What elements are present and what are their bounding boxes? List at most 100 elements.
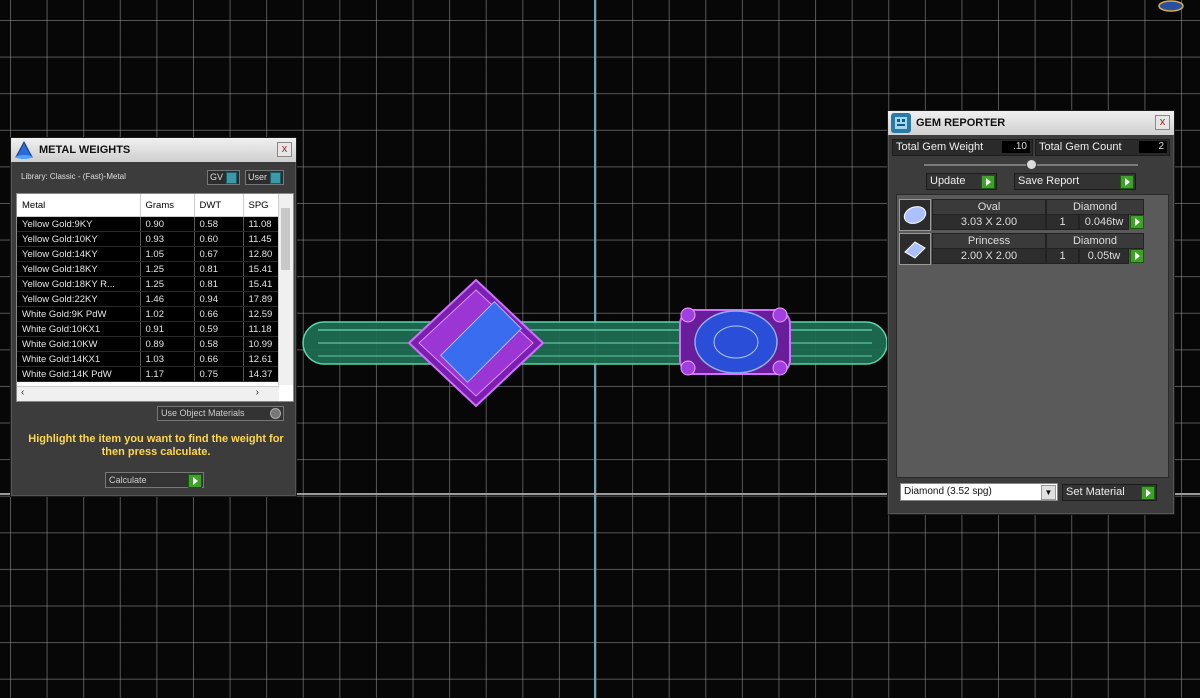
metal-name: White Gold:9K PdW xyxy=(17,306,141,322)
spg-value: 15.41 xyxy=(243,276,284,292)
save-report-label: Save Report xyxy=(1018,175,1080,187)
grams-value: 1.03 xyxy=(140,351,195,367)
dwt-value: 0.60 xyxy=(194,231,244,247)
table-row[interactable]: Yellow Gold:18KY 1.25 0.81 15.41 xyxy=(17,261,284,277)
play-arrow-icon[interactable] xyxy=(1141,486,1155,500)
play-arrow-icon[interactable] xyxy=(1130,249,1144,263)
gem-reporter-panel: GEM REPORTER x Total Gem Weight .10 Tota… xyxy=(887,110,1175,515)
spg-value: 11.18 xyxy=(243,321,284,337)
radio-icon[interactable] xyxy=(270,408,281,419)
gem-reporter-titlebar[interactable]: GEM REPORTER x xyxy=(888,111,1174,135)
table-row[interactable]: Yellow Gold:10KY 0.93 0.60 11.45 xyxy=(17,231,284,247)
column-header-spg[interactable]: SPG xyxy=(243,194,284,217)
set-material-button[interactable]: Set Material xyxy=(1062,484,1157,501)
gv-toggle[interactable]: GV xyxy=(207,170,241,185)
princess-setting[interactable] xyxy=(407,278,545,408)
metal-name: Yellow Gold:18KY R... xyxy=(17,276,141,292)
play-arrow-icon[interactable] xyxy=(981,175,995,189)
ring-band[interactable] xyxy=(302,321,888,365)
gem-reporter-icon xyxy=(891,113,911,133)
table-row[interactable]: Yellow Gold:22KY 1.46 0.94 17.89 xyxy=(17,291,284,307)
princess-gem-icon xyxy=(899,233,931,265)
metal-name: White Gold:10KX1 xyxy=(17,321,141,337)
play-arrow-icon[interactable] xyxy=(1130,215,1144,229)
spg-value: 14.37 xyxy=(243,366,284,382)
gem-shape: Princess xyxy=(932,233,1046,249)
dwt-value: 0.66 xyxy=(194,351,244,367)
close-icon[interactable]: x xyxy=(1155,115,1170,130)
table-row[interactable]: Yellow Gold:9KY 0.90 0.58 11.08 xyxy=(17,216,284,232)
metal-name: White Gold:10KW xyxy=(17,336,141,352)
vertical-scrollbar[interactable] xyxy=(278,194,293,385)
spg-value: 10.99 xyxy=(243,336,284,352)
list-item[interactable]: Princess Diamond 2.00 X 2.00 1 0.05tw xyxy=(899,233,1153,265)
metal-name: White Gold:14KX1 xyxy=(17,351,141,367)
gem-material: Diamond xyxy=(1046,233,1144,249)
table-row[interactable]: White Gold:9K PdW 1.02 0.66 12.59 xyxy=(17,306,284,322)
instruction-text: Highlight the item you want to find the … xyxy=(28,433,284,458)
grams-value: 0.93 xyxy=(140,231,195,247)
table-row[interactable]: Yellow Gold:18KY R... 1.25 0.81 15.41 xyxy=(17,276,284,292)
grams-value: 1.17 xyxy=(140,366,195,382)
dwt-value: 0.58 xyxy=(194,216,244,232)
table-row[interactable]: White Gold:10KX1 0.91 0.59 11.18 xyxy=(17,321,284,337)
update-button[interactable]: Update xyxy=(926,173,997,190)
spg-value: 12.80 xyxy=(243,246,284,262)
table-row[interactable]: White Gold:14KX1 1.03 0.66 12.61 xyxy=(17,351,284,367)
total-gem-weight-field: Total Gem Weight .10 xyxy=(892,139,1033,156)
scroll-right-icon[interactable]: › xyxy=(256,387,259,398)
column-header-dwt[interactable]: DWT xyxy=(194,194,244,217)
metal-name: White Gold:14K PdW xyxy=(17,366,141,382)
navigation-widget-icon[interactable] xyxy=(1156,0,1186,14)
material-select[interactable]: Diamond (3.52 spg) ▼ xyxy=(900,483,1058,501)
chevron-down-icon[interactable]: ▼ xyxy=(1041,485,1056,500)
table-row[interactable]: White Gold:10KW 0.89 0.58 10.99 xyxy=(17,336,284,352)
user-switch-icon xyxy=(270,171,282,184)
grams-value: 0.89 xyxy=(140,336,195,352)
gem-slider-knob[interactable] xyxy=(1026,159,1037,170)
gem-shape: Oval xyxy=(932,199,1046,215)
gem-reporter-title: GEM REPORTER xyxy=(916,117,1006,129)
gem-count: 1 xyxy=(1046,214,1079,230)
list-item[interactable]: Oval Diamond 3.03 X 2.00 1 0.046tw xyxy=(899,199,1153,231)
dwt-value: 0.59 xyxy=(194,321,244,337)
table-row[interactable]: Yellow Gold:14KY 1.05 0.67 12.80 xyxy=(17,246,284,262)
metal-weights-title: METAL WEIGHTS xyxy=(39,144,131,156)
grams-value: 0.90 xyxy=(140,216,195,232)
material-select-value: Diamond (3.52 spg) xyxy=(904,486,992,497)
total-gem-count-value[interactable]: 2 xyxy=(1139,141,1167,153)
gem-count: 1 xyxy=(1046,248,1079,264)
user-label: User xyxy=(248,172,268,182)
gem-list[interactable]: Oval Diamond 3.03 X 2.00 1 0.046tw Princ… xyxy=(896,194,1169,478)
play-arrow-icon[interactable] xyxy=(188,474,202,488)
scrollbar-thumb[interactable] xyxy=(281,208,290,270)
use-object-materials-option[interactable]: Use Object Materials xyxy=(157,406,284,421)
total-gem-weight-value[interactable]: .10 xyxy=(1002,141,1030,153)
gem-material: Diamond xyxy=(1046,199,1144,215)
scroll-left-icon[interactable]: ‹ xyxy=(21,387,24,398)
oval-setting[interactable] xyxy=(679,307,791,376)
horizontal-scrollbar[interactable]: ‹ › xyxy=(17,386,279,401)
metal-table-header: Metal Grams DWT SPG xyxy=(17,194,284,217)
table-row[interactable]: White Gold:14K PdW 1.17 0.75 14.37 xyxy=(17,366,284,382)
gem-weight: 0.05tw xyxy=(1079,248,1129,264)
dwt-value: 0.66 xyxy=(194,306,244,322)
metal-weights-titlebar[interactable]: METAL WEIGHTS x xyxy=(11,138,296,162)
spg-value: 11.08 xyxy=(243,216,284,232)
column-header-grams[interactable]: Grams xyxy=(140,194,195,217)
spg-value: 17.89 xyxy=(243,291,284,307)
calculate-button[interactable]: Calculate xyxy=(105,472,204,488)
metal-name: Yellow Gold:14KY xyxy=(17,246,141,262)
dwt-value: 0.75 xyxy=(194,366,244,382)
use-object-materials-label: Use Object Materials xyxy=(161,408,245,418)
metal-table[interactable]: Metal Grams DWT SPG Yellow Gold:9KY 0.90 0… xyxy=(16,193,294,402)
dwt-value: 0.81 xyxy=(194,261,244,277)
gem-weight: 0.046tw xyxy=(1079,214,1129,230)
user-toggle[interactable]: User xyxy=(245,170,285,185)
play-arrow-icon[interactable] xyxy=(1120,175,1134,189)
close-icon[interactable]: x xyxy=(277,142,292,157)
dwt-value: 0.67 xyxy=(194,246,244,262)
save-report-button[interactable]: Save Report xyxy=(1014,173,1136,190)
column-header-metal[interactable]: Metal xyxy=(17,194,141,217)
spg-value: 11.45 xyxy=(243,231,284,247)
